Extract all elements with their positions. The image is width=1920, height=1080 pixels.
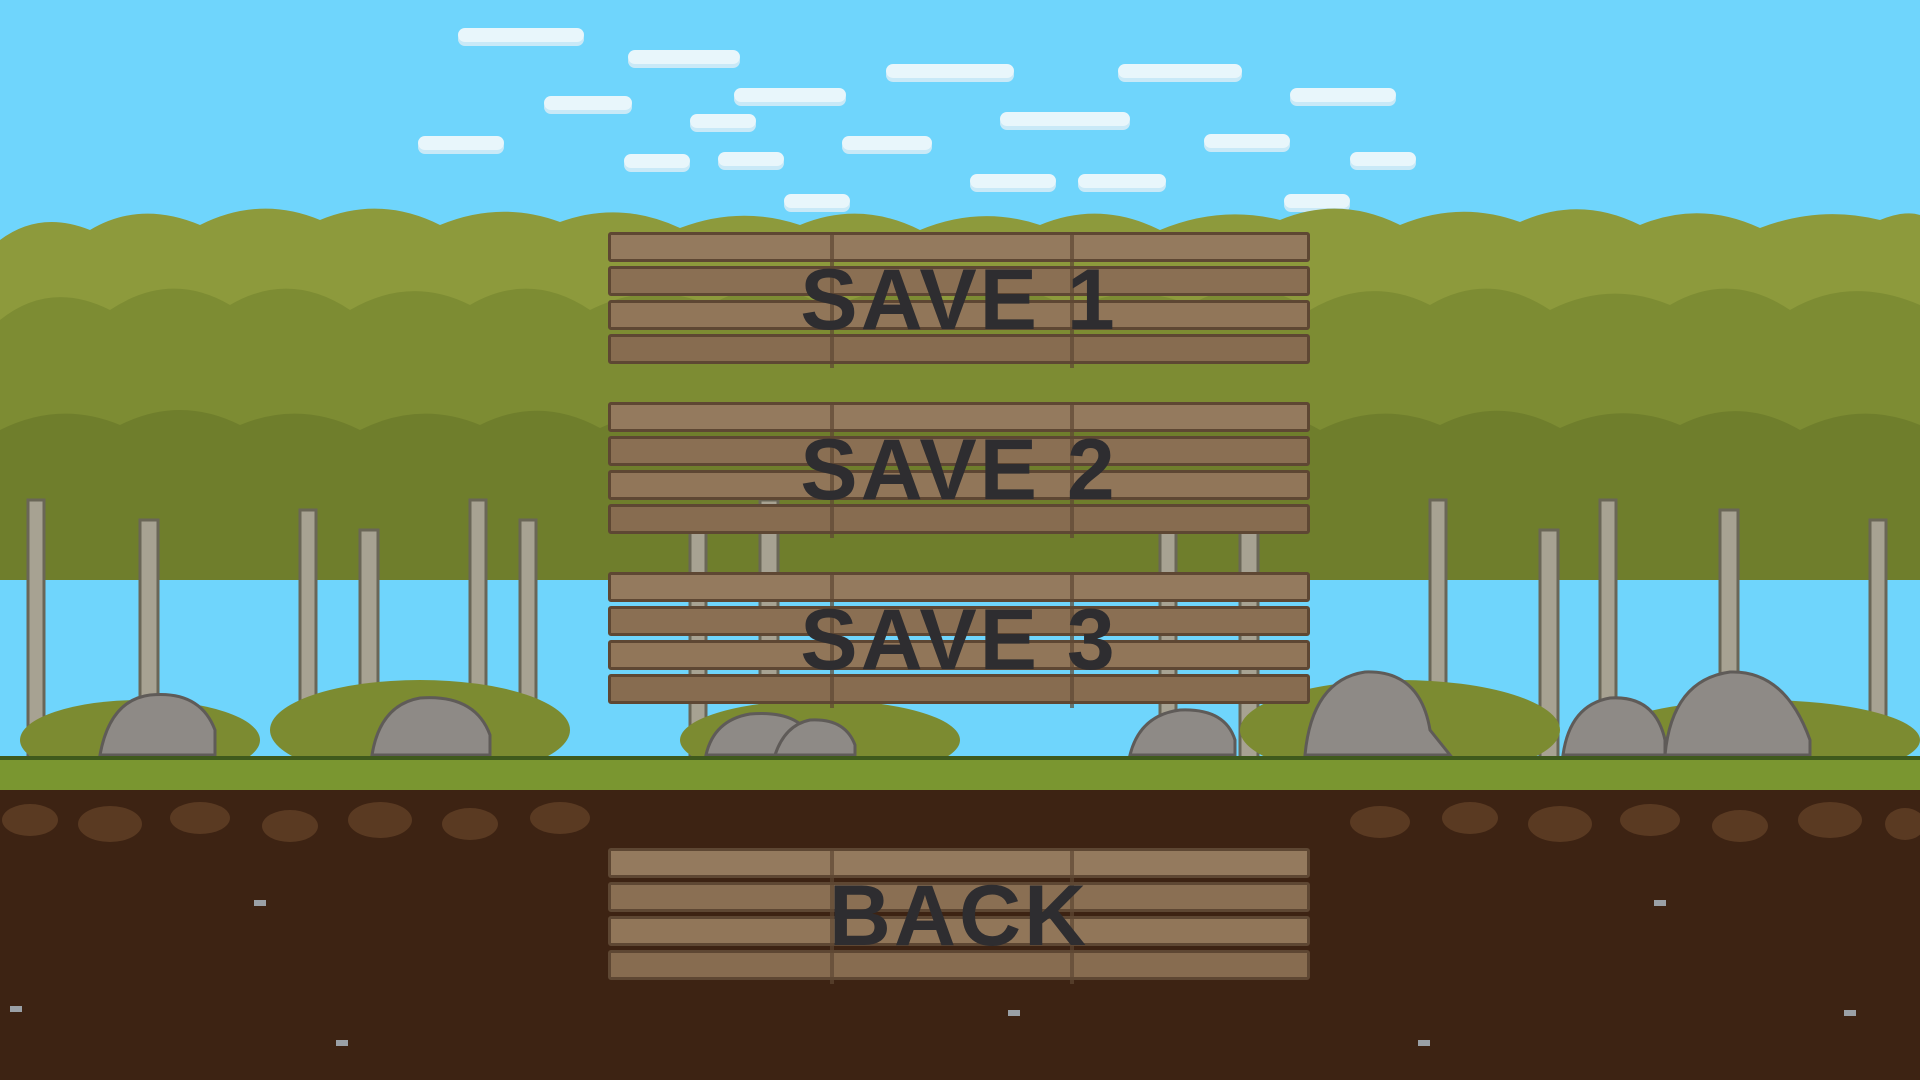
cloud (842, 136, 932, 150)
cloud (544, 96, 632, 110)
back-label: BACK (828, 868, 1090, 964)
save-slot-3-label: SAVE 3 (800, 592, 1118, 688)
grass-strip (0, 756, 1920, 794)
pebble (1654, 900, 1666, 906)
cloud (1078, 174, 1166, 188)
cloud (690, 114, 756, 128)
cloud (1000, 112, 1130, 126)
game-menu-scene: SAVE 1 SAVE 2 SAVE 3 BACK (0, 0, 1920, 1080)
pebble (1844, 1010, 1856, 1016)
pebble (10, 1006, 22, 1012)
cloud (418, 136, 504, 150)
pebble (1418, 1040, 1430, 1046)
save-slot-1-label: SAVE 1 (800, 252, 1118, 348)
save-slot-2-button[interactable]: SAVE 2 (608, 402, 1310, 538)
cloud (734, 88, 846, 102)
cloud (1350, 152, 1416, 166)
pebble (336, 1040, 348, 1046)
back-button[interactable]: BACK (608, 848, 1310, 984)
cloud (970, 174, 1056, 188)
cloud (1204, 134, 1290, 148)
pebble (254, 900, 266, 906)
cloud (458, 28, 584, 42)
cloud (1118, 64, 1242, 78)
save-slot-1-button[interactable]: SAVE 1 (608, 232, 1310, 368)
cloud (886, 64, 1014, 78)
cloud (718, 152, 784, 166)
save-slot-3-button[interactable]: SAVE 3 (608, 572, 1310, 708)
cloud (628, 50, 740, 64)
save-slot-2-label: SAVE 2 (800, 422, 1118, 518)
cloud (624, 154, 690, 168)
cloud (1290, 88, 1396, 102)
pebble (1008, 1010, 1020, 1016)
